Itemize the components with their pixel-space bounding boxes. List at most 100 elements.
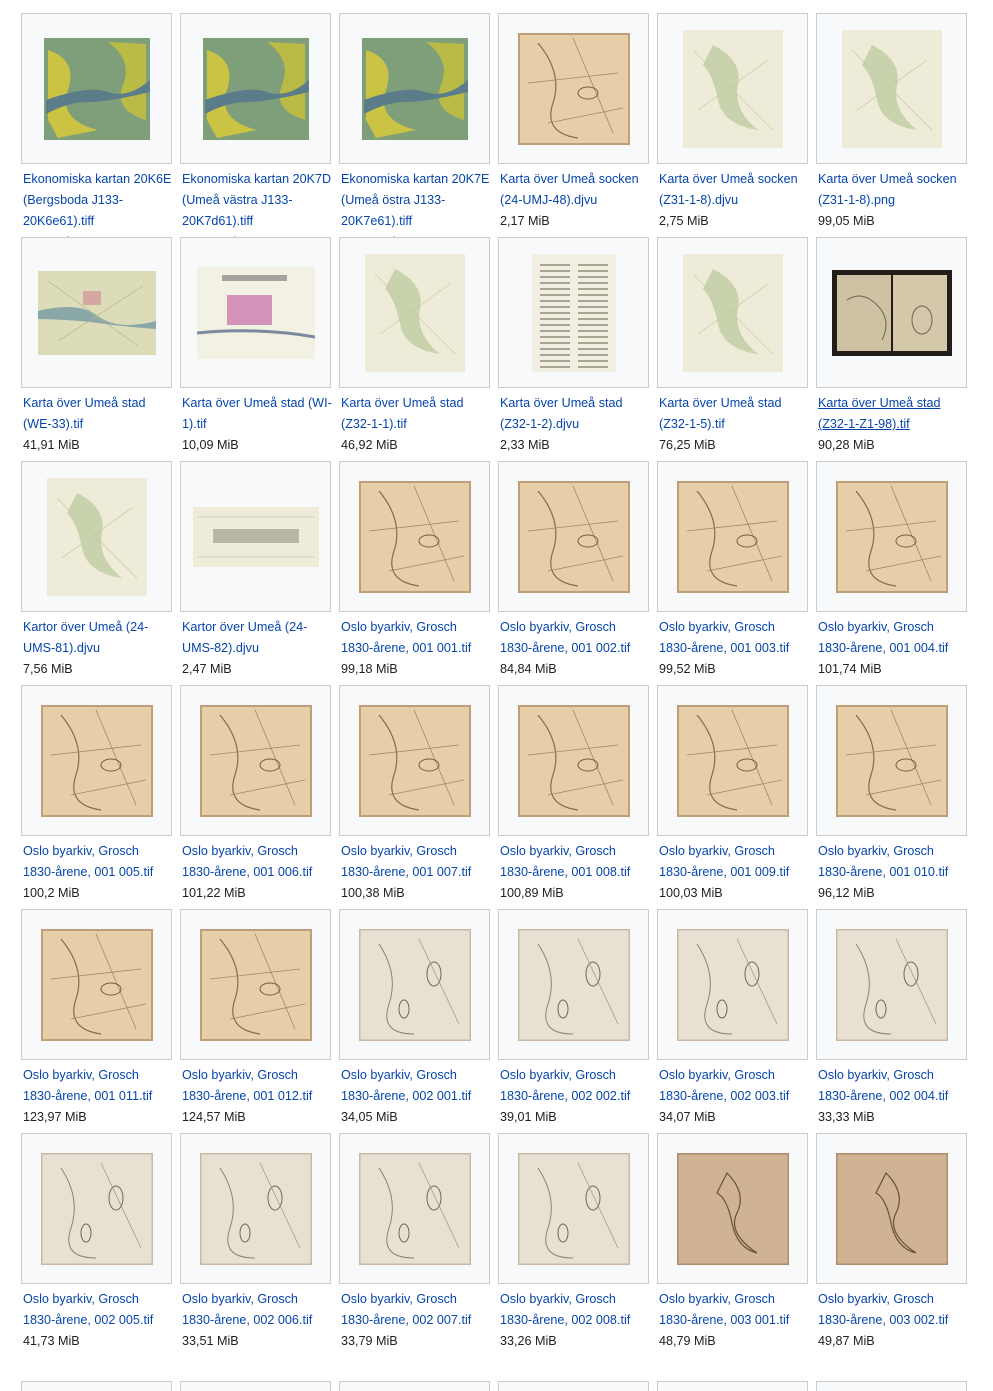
file-name-link[interactable]: Karta över Umeå stad (Z32-1-5).tif: [659, 393, 809, 435]
file-name-link[interactable]: Oslo byarkiv, Grosch 1830-årene, 001 012…: [182, 1065, 332, 1107]
sketch-map-thumbnail[interactable]: [816, 909, 967, 1060]
file-name-link[interactable]: Oslo byarkiv, Grosch 1830-årene, 003 002…: [818, 1289, 968, 1331]
file-name-link[interactable]: Karta över Umeå socken (Z31-1-8).djvu: [659, 169, 809, 211]
sketch-map-thumbnail[interactable]: [498, 1133, 649, 1284]
gallery-caption: Kartor över Umeå (24-UMS-81).djvu 7,56 Mi…: [23, 617, 173, 680]
sketch-map-thumbnail[interactable]: [657, 909, 808, 1060]
file-name-link[interactable]: Karta över Umeå stad (WE-33).tif: [23, 393, 173, 435]
file-size: 33,51 MiB: [182, 1334, 239, 1348]
file-name-link[interactable]: Oslo byarkiv, Grosch 1830-årene, 002 003…: [659, 1065, 809, 1107]
town-plan-thumbnail[interactable]: [180, 237, 331, 388]
green-map-thumbnail[interactable]: [21, 13, 172, 164]
document-thumbnail[interactable]: [498, 237, 649, 388]
pale-map-thumbnail[interactable]: [657, 13, 808, 164]
file-name-link[interactable]: Oslo byarkiv, Grosch 1830-årene, 002 006…: [182, 1289, 332, 1331]
green-map-thumbnail[interactable]: [180, 13, 331, 164]
gallery-item: Ekonomiska kartan 20K7D (Umeå västra J13…: [180, 13, 332, 249]
gallery-item: Karta över Umeå socken (Z31-1-8).djvu 2,7…: [657, 13, 808, 237]
parchment-map-thumbnail[interactable]: [21, 685, 172, 836]
file-name-link[interactable]: Kartor över Umeå (24-UMS-81).djvu: [23, 617, 173, 659]
gallery-caption: Oslo byarkiv, Grosch 1830-årene, 001 011…: [23, 1065, 173, 1128]
file-size: 48,79 MiB: [659, 1334, 716, 1348]
file-size: 39,01 MiB: [500, 1110, 557, 1124]
file-name-link[interactable]: Ekonomiska kartan 20K6E (Bergsboda J133-…: [23, 169, 173, 232]
parchment-map-thumbnail[interactable]: [21, 909, 172, 1060]
gallery-item: Karta över Umeå stad (Z32-1-Z1-98).tif 90…: [816, 237, 967, 461]
file-name-link[interactable]: Karta över Umeå socken (Z31-1-8).png: [818, 169, 968, 211]
file-size: 100,03 MiB: [659, 886, 723, 900]
file-name-link[interactable]: Oslo byarkiv, Grosch 1830-årene, 001 003…: [659, 617, 809, 659]
file-name-link[interactable]: Oslo byarkiv, Grosch 1830-årene, 001 007…: [341, 841, 491, 883]
file-name-link[interactable]: Oslo byarkiv, Grosch 1830-årene, 001 005…: [23, 841, 173, 883]
sketch-map-thumbnail[interactable]: [498, 909, 649, 1060]
pale-map-thumbnail[interactable]: [657, 237, 808, 388]
file-size: 41,91 MiB: [23, 438, 80, 452]
file-size: 2,33 MiB: [500, 438, 550, 452]
pale-map-thumbnail[interactable]: [21, 461, 172, 612]
file-name-link[interactable]: Oslo byarkiv, Grosch 1830-årene, 002 008…: [500, 1289, 650, 1331]
file-name-link[interactable]: Oslo byarkiv, Grosch 1830-årene, 001 010…: [818, 841, 968, 883]
file-gallery: Ekonomiska kartan 20K6E (Bergsboda J133-…: [21, 13, 973, 1357]
book-thumbnail[interactable]: [816, 237, 967, 388]
file-name-link[interactable]: Oslo byarkiv, Grosch 1830-årene, 001 011…: [23, 1065, 173, 1107]
gallery-item: Oslo byarkiv, Grosch 1830-årene, 001 010…: [816, 685, 967, 909]
gallery-item: Karta över Umeå stad (Z32-1-1).tif 46,92 …: [339, 237, 490, 461]
sketch-map-thumbnail[interactable]: [180, 1133, 331, 1284]
gallery-item: Oslo byarkiv, Grosch 1830-årene, 001 009…: [657, 685, 808, 909]
file-name-link[interactable]: Kartor över Umeå (24-UMS-82).djvu: [182, 617, 332, 659]
parchment-map-thumbnail[interactable]: [339, 461, 490, 612]
file-name-link[interactable]: Oslo byarkiv, Grosch 1830-årene, 001 009…: [659, 841, 809, 883]
file-name-link[interactable]: Karta över Umeå stad (Z32-1-Z1-98).tif: [818, 393, 968, 435]
gallery-caption: Oslo byarkiv, Grosch 1830-årene, 001 003…: [659, 617, 809, 680]
brown-map-thumbnail[interactable]: [657, 1133, 808, 1284]
parchment-map-thumbnail[interactable]: [657, 685, 808, 836]
file-name-link[interactable]: Oslo byarkiv, Grosch 1830-årene, 002 007…: [341, 1289, 491, 1331]
parchment-map-thumbnail[interactable]: [498, 461, 649, 612]
parchment-map-thumbnail[interactable]: [816, 685, 967, 836]
green-map-thumbnail[interactable]: [339, 13, 490, 164]
file-name-link[interactable]: Karta över Umeå stad (WI-1).tif: [182, 393, 332, 435]
parchment-map-thumbnail[interactable]: [498, 685, 649, 836]
gallery-caption: Oslo byarkiv, Grosch 1830-årene, 001 006…: [182, 841, 332, 904]
file-size: 34,07 MiB: [659, 1110, 716, 1124]
gallery-caption: Oslo byarkiv, Grosch 1830-årene, 001 004…: [818, 617, 968, 680]
parchment-map-thumbnail[interactable]: [180, 909, 331, 1060]
file-name-link[interactable]: Oslo byarkiv, Grosch 1830-årene, 001 006…: [182, 841, 332, 883]
gallery-caption: Oslo byarkiv, Grosch 1830-årene, 002 003…: [659, 1065, 809, 1128]
file-name-link[interactable]: Oslo byarkiv, Grosch 1830-årene, 002 005…: [23, 1289, 173, 1331]
parchment-map-thumbnail[interactable]: [180, 685, 331, 836]
file-name-link[interactable]: Karta över Umeå stad (Z32-1-1).tif: [341, 393, 491, 435]
file-name-link[interactable]: Oslo byarkiv, Grosch 1830-årene, 002 001…: [341, 1065, 491, 1107]
sketch-map-thumbnail[interactable]: [339, 1133, 490, 1284]
file-name-link[interactable]: Karta över Umeå stad (Z32-1-2).djvu: [500, 393, 650, 435]
pale-map-thumbnail[interactable]: [816, 13, 967, 164]
gallery-caption: Kartor över Umeå (24-UMS-82).djvu 2,47 Mi…: [182, 617, 332, 680]
brown-map-thumbnail[interactable]: [816, 1133, 967, 1284]
sketch-map-thumbnail[interactable]: [339, 909, 490, 1060]
file-name-link[interactable]: Oslo byarkiv, Grosch 1830-årene, 003 001…: [659, 1289, 809, 1331]
file-size: 99,05 MiB: [818, 214, 875, 228]
gallery-item: Oslo byarkiv, Grosch 1830-årene, 001 007…: [339, 685, 490, 909]
parchment-map-thumbnail[interactable]: [657, 461, 808, 612]
file-size: 123,97 MiB: [23, 1110, 87, 1124]
file-name-link[interactable]: Oslo byarkiv, Grosch 1830-årene, 002 002…: [500, 1065, 650, 1107]
wide-map-thumbnail[interactable]: [180, 461, 331, 612]
file-name-link[interactable]: Oslo byarkiv, Grosch 1830-årene, 001 004…: [818, 617, 968, 659]
parchment-map-thumbnail[interactable]: [498, 13, 649, 164]
file-name-link[interactable]: Karta över Umeå socken (24-UMJ-48).djvu: [500, 169, 650, 211]
file-name-link[interactable]: Oslo byarkiv, Grosch 1830-årene, 001 001…: [341, 617, 491, 659]
parchment-map-thumbnail[interactable]: [339, 685, 490, 836]
pale-map-thumbnail[interactable]: [339, 237, 490, 388]
gallery-item: Kartor över Umeå (24-UMS-81).djvu 7,56 Mi…: [21, 461, 172, 685]
file-name-link[interactable]: Oslo byarkiv, Grosch 1830-årene, 002 004…: [818, 1065, 968, 1107]
file-name-link[interactable]: Ekonomiska kartan 20K7D (Umeå västra J13…: [182, 169, 332, 232]
parchment-map-thumbnail[interactable]: [816, 461, 967, 612]
file-name-link[interactable]: Oslo byarkiv, Grosch 1830-årene, 001 002…: [500, 617, 650, 659]
gallery-item: Oslo byarkiv, Grosch 1830-årene, 002 006…: [180, 1133, 331, 1357]
file-name-link[interactable]: Oslo byarkiv, Grosch 1830-årene, 001 008…: [500, 841, 650, 883]
color-map-thumbnail[interactable]: [21, 237, 172, 388]
file-name-link[interactable]: Ekonomiska kartan 20K7E (Umeå östra J133…: [341, 169, 491, 232]
sketch-map-thumbnail[interactable]: [21, 1133, 172, 1284]
gallery-item: Karta över Umeå stad (WI-1).tif 10,09 MiB: [180, 237, 332, 461]
gallery-caption: Oslo byarkiv, Grosch 1830-årene, 003 002…: [818, 1289, 968, 1352]
